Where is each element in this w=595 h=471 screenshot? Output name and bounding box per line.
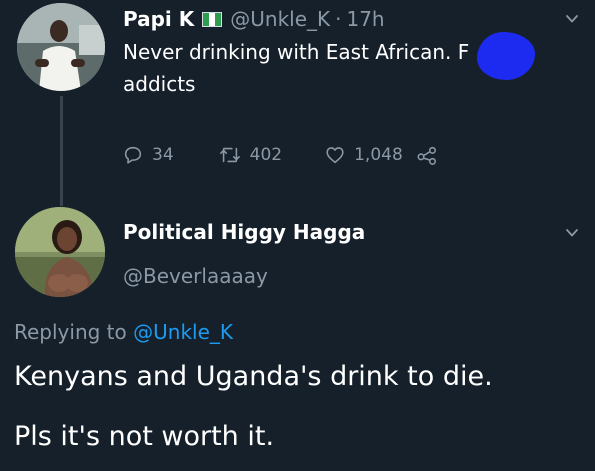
chevron-down-icon[interactable]	[565, 226, 579, 240]
retweet-count: 402	[249, 145, 283, 165]
share-button[interactable]	[415, 144, 439, 166]
share-icon	[417, 146, 436, 165]
tweet-text: Never drinking with East African. F addi…	[123, 36, 503, 100]
avatar-photo	[17, 3, 105, 91]
redaction-scribble	[477, 32, 535, 80]
tweet1-header: Papi K @Unkle_K · 17h	[123, 4, 385, 34]
replying-to-handle-link[interactable]: @Unkle_K	[133, 320, 233, 344]
tweet-text-line-2: Pls it's not worth it.	[14, 421, 275, 452]
retweet-button[interactable]: 402	[218, 144, 282, 166]
user-handle[interactable]: @Unkle_K	[230, 7, 330, 31]
retweet-icon	[219, 147, 240, 163]
replying-to-label: Replying to	[14, 320, 127, 344]
replying-to-line: Replying to @Unkle_K	[14, 320, 233, 344]
like-button[interactable]: 1,048	[324, 144, 403, 166]
display-name[interactable]: Political Higgy Hagga	[123, 220, 365, 244]
tweet-text-line-1: Kenyans and Uganda's drink to die.	[14, 361, 493, 392]
reply-count: 34	[152, 145, 174, 165]
tweet-text-line-1: Never drinking with East African. F	[123, 40, 470, 64]
display-name[interactable]: Papi K	[123, 7, 194, 31]
reply-icon	[124, 146, 142, 164]
separator-dot: ·	[335, 7, 342, 31]
reply-button[interactable]: 34	[122, 144, 174, 166]
tweet-action-bar: 34 402 1,048	[122, 140, 439, 170]
like-count: 1,048	[354, 145, 403, 165]
tweet-text-line-2: addicts	[123, 72, 196, 96]
avatar-political-higgy-hagga[interactable]	[15, 207, 105, 297]
tweet-thread: Papi K @Unkle_K · 17h Never drinking wit…	[0, 0, 595, 471]
user-handle[interactable]: @Beverlaaaay	[123, 264, 268, 288]
tweet-text: Kenyans and Uganda's drink to die. Pls i…	[14, 360, 584, 471]
avatar-photo	[15, 207, 105, 297]
timestamp[interactable]: 17h	[346, 7, 384, 31]
chevron-down-icon[interactable]	[565, 12, 579, 26]
nigeria-flag-icon	[202, 11, 223, 27]
avatar-papi-k[interactable]	[17, 3, 105, 91]
thread-connector-line	[60, 96, 63, 206]
heart-icon	[326, 147, 344, 164]
